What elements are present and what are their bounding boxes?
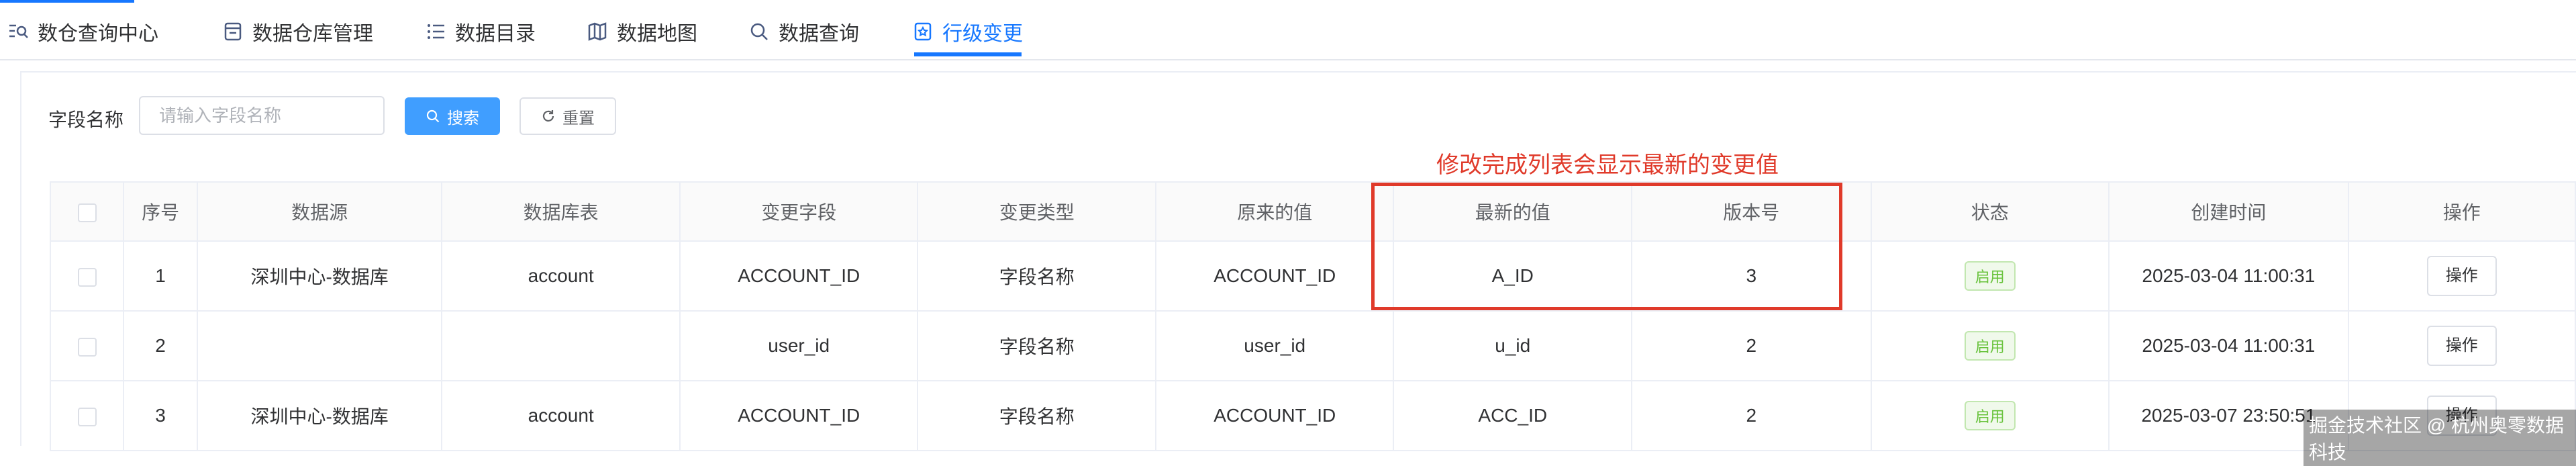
cell-type: 字段名称 <box>917 380 1156 451</box>
status-badge: 启用 <box>1964 401 2016 430</box>
cell-version: 2 <box>1631 380 1872 451</box>
tab-warehouse-query-center[interactable]: 数仓查询中心 <box>7 15 158 48</box>
tab-label: 行级变更 <box>942 23 1023 45</box>
column-header: 状态 <box>1870 181 2110 242</box>
cell-status: 启用 <box>1870 380 2110 451</box>
cell-old-value: user_id <box>1154 310 1395 381</box>
cell-table: account <box>441 380 681 451</box>
column-header: 数据库表 <box>441 181 681 242</box>
field-name-input[interactable] <box>139 96 385 135</box>
cell-table <box>441 310 681 381</box>
cell-new-value: ACC_ID <box>1393 380 1632 451</box>
cell-source <box>196 310 443 381</box>
table-row: 1 深圳中心-数据库 account ACCOUNT_ID 字段名称 ACCOU… <box>49 240 2576 312</box>
tab-label: 数据目录 <box>455 23 536 45</box>
cell-new-value: u_id <box>1393 310 1632 381</box>
cell-old-value: ACCOUNT_ID <box>1154 240 1395 312</box>
list-icon <box>424 20 447 43</box>
map-icon <box>586 20 609 43</box>
cell-source: 深圳中心-数据库 <box>196 380 443 451</box>
cell-status: 启用 <box>1870 310 2110 381</box>
cell-field: user_id <box>679 310 919 381</box>
row-checkbox[interactable] <box>77 407 97 426</box>
row-checkbox[interactable] <box>77 337 97 357</box>
field-name-label: 字段名称 <box>48 109 124 130</box>
row-change-icon <box>911 20 934 43</box>
column-header: 操作 <box>2347 181 2576 242</box>
tab-row-level-change[interactable]: 行级变更 <box>911 15 1023 48</box>
search-button[interactable]: 搜索 <box>405 97 500 135</box>
search-icon <box>426 109 440 124</box>
cell-status: 启用 <box>1870 240 2110 312</box>
operate-button[interactable]: 操作 <box>2426 256 2497 296</box>
watermark: 掘金技术社区 @ 杭州奥零数据科技 <box>2303 410 2576 466</box>
cell-version: 2 <box>1631 310 1872 381</box>
column-header: 变更类型 <box>917 181 1156 242</box>
tab-label: 数据地图 <box>617 23 697 45</box>
cell-op: 操作 <box>2347 310 2576 381</box>
status-badge: 启用 <box>1964 261 2016 291</box>
annotation-note: 修改完成列表会显示最新的变更值 <box>1436 152 1779 178</box>
tab-label: 数仓查询中心 <box>38 23 158 45</box>
cell-index: 3 <box>123 380 198 451</box>
table-row: 3 深圳中心-数据库 account ACCOUNT_ID 字段名称 ACCOU… <box>49 380 2576 451</box>
select-all-checkbox[interactable] <box>77 203 97 222</box>
change-table: 序号 数据源 数据库表 变更字段 变更类型 原来的值 最新的值 版本号 状态 创… <box>49 181 2576 451</box>
cell-created: 2025-03-04 11:00:31 <box>2108 310 2349 381</box>
reset-button[interactable]: 重置 <box>519 97 616 135</box>
select-all-cell[interactable] <box>49 181 125 242</box>
cell-created: 2025-03-04 11:00:31 <box>2108 240 2349 312</box>
tab-warehouse-management[interactable]: 数据仓库管理 <box>221 15 373 48</box>
tab-bar: 数仓查询中心 数据仓库管理 数据目录 数据地图 数据查询 行级变更 <box>0 0 2576 60</box>
search-icon <box>748 20 771 43</box>
highlight-box <box>1371 183 1842 310</box>
data-search-icon <box>7 20 30 43</box>
tab-data-map[interactable]: 数据地图 <box>586 15 697 48</box>
cell-table: account <box>441 240 681 312</box>
column-header: 序号 <box>123 181 198 242</box>
column-header: 数据源 <box>196 181 443 242</box>
search-button-label: 搜索 <box>447 109 479 128</box>
tab-data-catalog[interactable]: 数据目录 <box>424 15 536 48</box>
column-header: 变更字段 <box>679 181 919 242</box>
reset-button-label: 重置 <box>562 109 595 128</box>
cell-old-value: ACCOUNT_ID <box>1154 380 1395 451</box>
row-select-cell[interactable] <box>49 380 125 451</box>
row-select-cell[interactable] <box>49 310 125 381</box>
column-header: 原来的值 <box>1154 181 1395 242</box>
cell-index: 2 <box>123 310 198 381</box>
database-icon <box>221 20 244 43</box>
status-badge: 启用 <box>1964 331 2016 361</box>
tab-label: 数据仓库管理 <box>252 23 373 45</box>
active-tab-indicator <box>914 52 1022 56</box>
cell-field: ACCOUNT_ID <box>679 240 919 312</box>
operate-button[interactable]: 操作 <box>2426 326 2497 366</box>
cell-field: ACCOUNT_ID <box>679 380 919 451</box>
table-row: 2 user_id 字段名称 user_id u_id 2 启用 2025-03… <box>49 310 2576 381</box>
row-checkbox[interactable] <box>77 267 97 287</box>
table-header-row: 序号 数据源 数据库表 变更字段 变更类型 原来的值 最新的值 版本号 状态 创… <box>49 181 2576 242</box>
refresh-icon <box>541 109 556 124</box>
column-header: 创建时间 <box>2108 181 2349 242</box>
cell-type: 字段名称 <box>917 310 1156 381</box>
cell-source: 深圳中心-数据库 <box>196 240 443 312</box>
cell-index: 1 <box>123 240 198 312</box>
row-select-cell[interactable] <box>49 240 125 312</box>
cell-op: 操作 <box>2347 240 2576 312</box>
tab-data-query[interactable]: 数据查询 <box>748 15 859 48</box>
tab-label: 数据查询 <box>779 23 859 45</box>
cell-type: 字段名称 <box>917 240 1156 312</box>
